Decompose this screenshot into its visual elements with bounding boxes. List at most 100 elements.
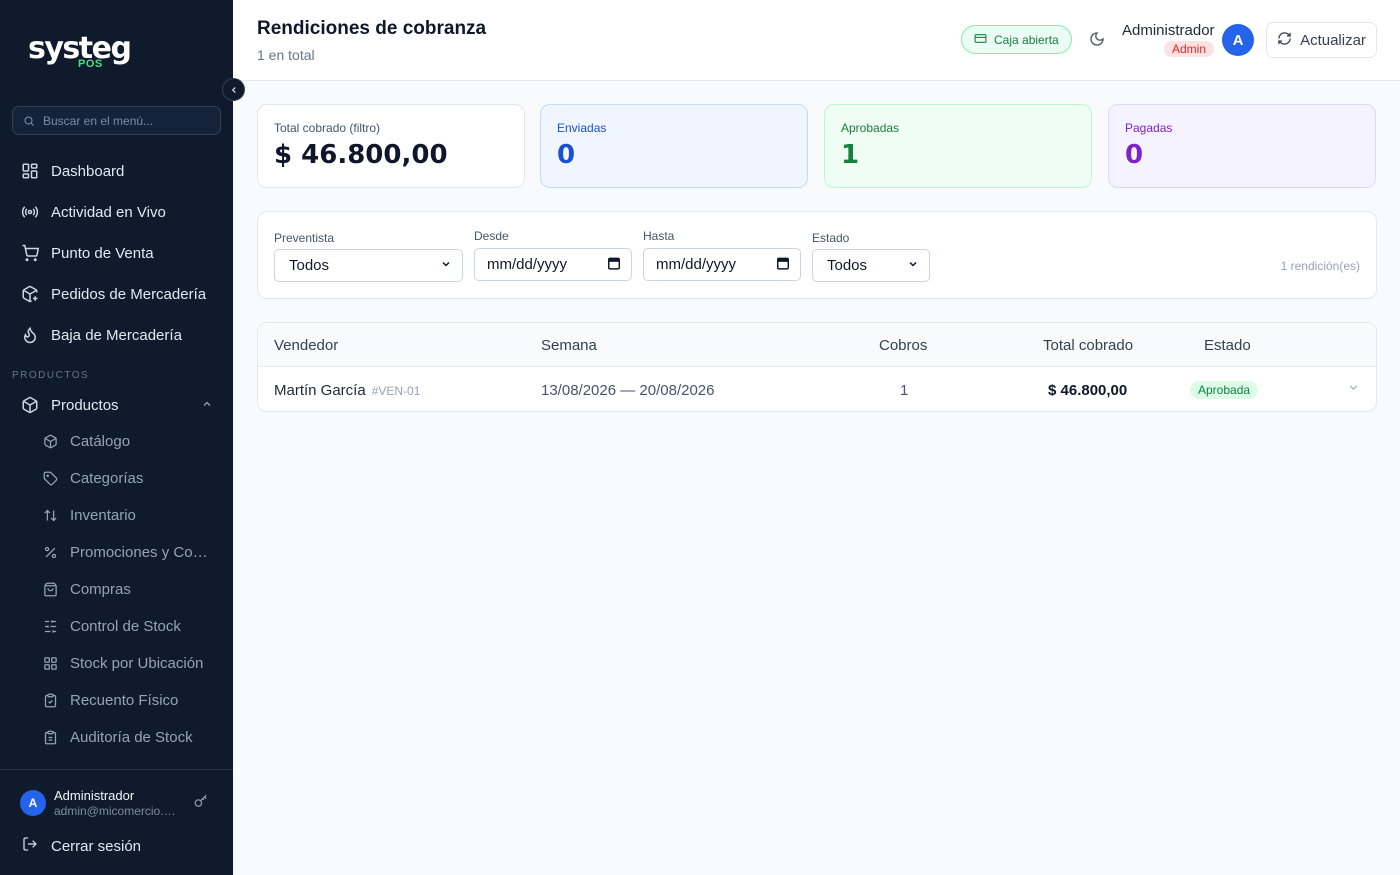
table-header: Vendedor Semana Cobros Total cobrado Est…: [258, 323, 1376, 367]
search-icon: [24, 115, 34, 126]
column-header-estado: Estado: [1204, 337, 1251, 354]
column-header-vendedor: Vendedor: [274, 337, 339, 354]
stat-label: Enviadas: [557, 121, 607, 135]
cell-vendedor: Martín García #VEN-01: [274, 382, 420, 399]
chevron-down-icon[interactable]: [1347, 381, 1360, 399]
avatar[interactable]: A: [1222, 24, 1254, 56]
sidebar-item-label: Catálogo: [70, 433, 131, 450]
sidebar-item-label: Compras: [70, 581, 131, 598]
key-icon[interactable]: [194, 794, 208, 813]
stat-value: 0: [1125, 140, 1144, 170]
tag-icon: [43, 471, 58, 486]
chevron-up-icon[interactable]: [201, 397, 213, 414]
stat-value: 0: [557, 140, 576, 170]
logo-sub: POS: [78, 58, 103, 70]
avatar[interactable]: A: [20, 790, 46, 816]
header-user-name: Administrador: [1122, 22, 1215, 39]
user-name: Administrador: [54, 788, 135, 803]
sidebar-item-baja[interactable]: Baja de Mercadería: [0, 315, 233, 355]
sidebar-item-dashboard[interactable]: Dashboard: [0, 151, 233, 191]
stat-card-aprobadas: Aprobadas 1: [824, 104, 1092, 188]
sidebar-item-label: Baja de Mercadería: [51, 326, 182, 344]
refresh-label: Actualizar: [1300, 31, 1366, 49]
sidebar-item-label: Actividad en Vivo: [51, 203, 166, 221]
stat-label: Aprobadas: [841, 121, 900, 135]
sidebar-item-catalogo[interactable]: Catálogo: [0, 423, 233, 460]
sidebar-item-control-stock[interactable]: Control de Stock: [0, 608, 233, 645]
sidebar-group-productos[interactable]: Productos: [0, 385, 233, 425]
sidebar-item-stock-ubicacion[interactable]: Stock por Ubicación: [0, 645, 233, 682]
sidebar-search-input[interactable]: [43, 113, 203, 128]
sidebar-search[interactable]: [12, 106, 221, 135]
nav-section-label: PRODUCTOS: [12, 370, 90, 381]
sidebar-nav: Dashboard Actividad en Vivo Punto de Ven…: [0, 150, 233, 770]
moon-icon[interactable]: [1089, 31, 1105, 52]
column-header-cobros: Cobros: [879, 337, 928, 354]
sidebar-item-auditoria[interactable]: Auditoría de Stock: [0, 719, 233, 756]
sidebar-item-label: Promociones y Combos: [70, 544, 212, 561]
filter-label-hasta: Hasta: [643, 229, 675, 243]
page-header: Rendiciones de cobranza 1 en total Caja …: [233, 0, 1400, 81]
rendiciones-table: Vendedor Semana Cobros Total cobrado Est…: [257, 322, 1377, 412]
caja-status-label: Caja abierta: [994, 32, 1059, 47]
hasta-date-input[interactable]: mm/dd/yyyy: [643, 248, 801, 281]
clipboard-list-icon: [43, 730, 58, 745]
sidebar-item-compras[interactable]: Compras: [0, 571, 233, 608]
user-email: admin@micomercio.com: [54, 804, 180, 818]
sidebar-item-label: Stock por Ubicación: [70, 655, 204, 672]
stat-card-enviadas: Enviadas 0: [540, 104, 808, 188]
sidebar-item-punto-de-venta[interactable]: Punto de Venta: [0, 233, 233, 273]
shopping-bag-icon: [43, 582, 58, 597]
clipboard-icon: [43, 693, 58, 708]
desde-date-value: mm/dd/yyyy: [487, 256, 568, 273]
grid-icon: [43, 656, 58, 671]
column-header-total: Total cobrado: [1043, 337, 1134, 354]
sidebar-item-actividad[interactable]: Actividad en Vivo: [0, 192, 233, 232]
flame-icon: [20, 326, 39, 345]
sort-arrows-icon: [43, 508, 58, 523]
page-title: Rendiciones de cobranza: [257, 18, 487, 39]
column-header-semana: Semana: [541, 337, 597, 354]
filter-label-preventista: Preventista: [274, 231, 335, 245]
sidebar-item-pedidos[interactable]: Pedidos de Mercadería: [0, 274, 233, 314]
caja-status-badge[interactable]: Caja abierta: [961, 25, 1072, 54]
stat-value: 1: [841, 140, 860, 170]
stat-card-pagadas: Pagadas 0: [1108, 104, 1376, 188]
cell-total: $ 46.800,00: [1048, 382, 1128, 399]
sliders-icon: [43, 619, 58, 634]
sidebar-item-label: Inventario: [70, 507, 136, 524]
page-subtitle: 1 en total: [257, 47, 315, 63]
sidebar-item-inventario[interactable]: Inventario: [0, 497, 233, 534]
user-role-badge: Admin: [1164, 41, 1215, 57]
sidebar-item-label: Categorías: [70, 470, 144, 487]
refresh-icon: [1277, 31, 1292, 50]
estado-select[interactable]: Todos: [812, 249, 930, 282]
desde-date-input[interactable]: mm/dd/yyyy: [474, 248, 632, 281]
credit-card-icon: [974, 32, 987, 48]
filters-panel: Preventista Todos Desde mm/dd/yyyy Hasta…: [257, 211, 1377, 299]
chevron-left-icon: [231, 86, 236, 93]
filter-label-desde: Desde: [474, 229, 509, 243]
calendar-icon: [607, 256, 621, 274]
sidebar-footer: A Administrador admin@micomercio.com Cer…: [0, 769, 233, 875]
cell-semana: 13/08/2026 — 20/08/2026: [541, 382, 715, 399]
logout-button[interactable]: Cerrar sesión: [22, 836, 141, 856]
filter-label-estado: Estado: [812, 231, 850, 245]
results-count: 1 rendición(es): [1280, 259, 1360, 273]
logo: systeg POS: [28, 32, 132, 71]
sidebar-collapse-button[interactable]: [222, 78, 245, 101]
stat-card-total: Total cobrado (filtro) $ 46.800,00: [257, 104, 525, 188]
sidebar-item-label: Control de Stock: [70, 618, 181, 635]
sidebar-item-promociones[interactable]: Promociones y Combos: [0, 534, 233, 571]
dashboard-icon: [20, 162, 39, 181]
sidebar-item-label: Dashboard: [51, 162, 125, 180]
preventista-select[interactable]: Todos: [274, 249, 463, 282]
cart-icon: [20, 244, 39, 263]
sidebar-item-recuento[interactable]: Recuento Físico: [0, 682, 233, 719]
preventista-select-value: Todos: [289, 257, 330, 274]
box-icon: [43, 434, 58, 449]
refresh-button[interactable]: Actualizar: [1266, 22, 1377, 58]
sidebar-item-label: Recuento Físico: [70, 692, 179, 709]
sidebar-item-categorias[interactable]: Categorías: [0, 460, 233, 497]
stat-label: Total cobrado (filtro): [274, 121, 381, 135]
